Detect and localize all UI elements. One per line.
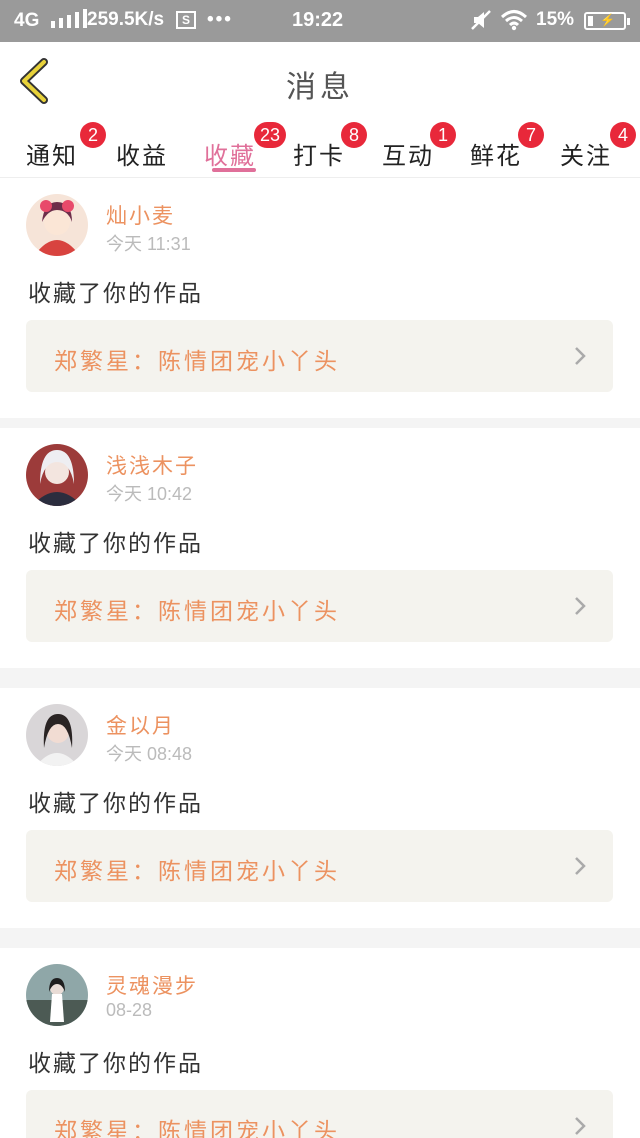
message-card: 灵魂漫步 08-28 收藏了你的作品 郑繁星：陈情团宠小丫头 [0,948,640,1138]
work-title: 郑繁星：陈情团宠小丫头 [54,1119,340,1138]
work-link[interactable]: 郑繁星：陈情团宠小丫头 [26,830,613,902]
tab-bar: 通知 2 收益 收藏 23 打卡 8 互动 1 鲜花 7 关注 4 [0,120,640,178]
action-text: 收藏了你的作品 [28,531,203,557]
battery-icon: ⚡ [584,12,630,30]
unread-badge: 4 [610,122,636,148]
username[interactable]: 灵魂漫步 [106,970,198,1000]
message-list: 灿小麦 今天 11:31 收藏了你的作品 郑繁星：陈情团宠小丫头 浅浅木子 今天… [0,178,640,1138]
username[interactable]: 浅浅木子 [106,450,198,480]
action-text: 收藏了你的作品 [28,281,203,307]
charging-icon: ⚡ [600,13,615,27]
signal-bars-icon [50,9,87,28]
mute-icon [470,9,492,37]
work-title: 郑繁星：陈情团宠小丫头 [54,859,340,885]
tab-label: 收益 [116,142,168,170]
network-speed: 259.5K/s [87,9,165,30]
active-tab-indicator [212,168,256,172]
tab-flowers[interactable]: 鲜花 7 [470,122,544,178]
work-link[interactable]: 郑繁星：陈情团宠小丫头 [26,1090,613,1138]
timestamp: 今天 11:31 [106,234,191,254]
timestamp: 今天 10:42 [106,484,193,504]
avatar[interactable] [26,704,88,766]
work-link[interactable]: 郑繁星：陈情团宠小丫头 [26,320,613,392]
work-title: 郑繁星：陈情团宠小丫头 [54,349,340,375]
tab-follows[interactable]: 关注 4 [560,122,636,178]
unread-badge: 1 [430,122,456,148]
battery-percent: 15% [536,9,575,30]
username[interactable]: 金以月 [106,710,175,740]
clock: 19:22 [292,9,344,31]
work-title: 郑繁星：陈情团宠小丫头 [54,599,340,625]
tab-notifications[interactable]: 通知 2 [26,122,106,178]
unread-badge: 8 [341,122,367,148]
action-text: 收藏了你的作品 [28,1051,203,1077]
tab-earnings[interactable]: 收益 [116,128,176,178]
chevron-right-icon [575,347,586,365]
network-type: 4G [14,9,91,32]
message-card: 浅浅木子 今天 10:42 收藏了你的作品 郑繁星：陈情团宠小丫头 [0,428,640,668]
tab-label: 通知 [26,142,78,170]
unread-badge: 23 [254,122,287,148]
username[interactable]: 灿小麦 [106,200,175,230]
tab-interactions[interactable]: 互动 1 [382,122,456,178]
header: 消息 [0,42,640,120]
unread-badge: 2 [80,122,106,148]
work-link[interactable]: 郑繁星：陈情团宠小丫头 [26,570,613,642]
timestamp: 08-28 [106,1000,153,1020]
tab-favorites[interactable]: 收藏 23 [204,122,287,178]
avatar[interactable] [26,444,88,506]
unread-badge: 7 [518,122,544,148]
wifi-icon [500,9,528,37]
tab-checkin[interactable]: 打卡 8 [293,122,367,178]
message-card: 金以月 今天 08:48 收藏了你的作品 郑繁星：陈情团宠小丫头 [0,688,640,928]
sim-icon: S [176,11,196,29]
status-bar: 4G 259.5K/s S ••• 19:22 15% ⚡ [0,0,640,42]
chevron-right-icon [575,597,586,615]
more-notifications-icon: ••• [207,9,233,30]
timestamp: 今天 08:48 [106,744,193,764]
avatar[interactable] [26,194,88,256]
battery-level [588,16,593,26]
message-card: 灿小麦 今天 11:31 收藏了你的作品 郑繁星：陈情团宠小丫头 [0,178,640,418]
avatar[interactable] [26,964,88,1026]
page-title: 消息 [286,70,354,105]
chevron-right-icon [575,857,586,875]
action-text: 收藏了你的作品 [28,791,203,817]
chevron-right-icon [575,1117,586,1135]
